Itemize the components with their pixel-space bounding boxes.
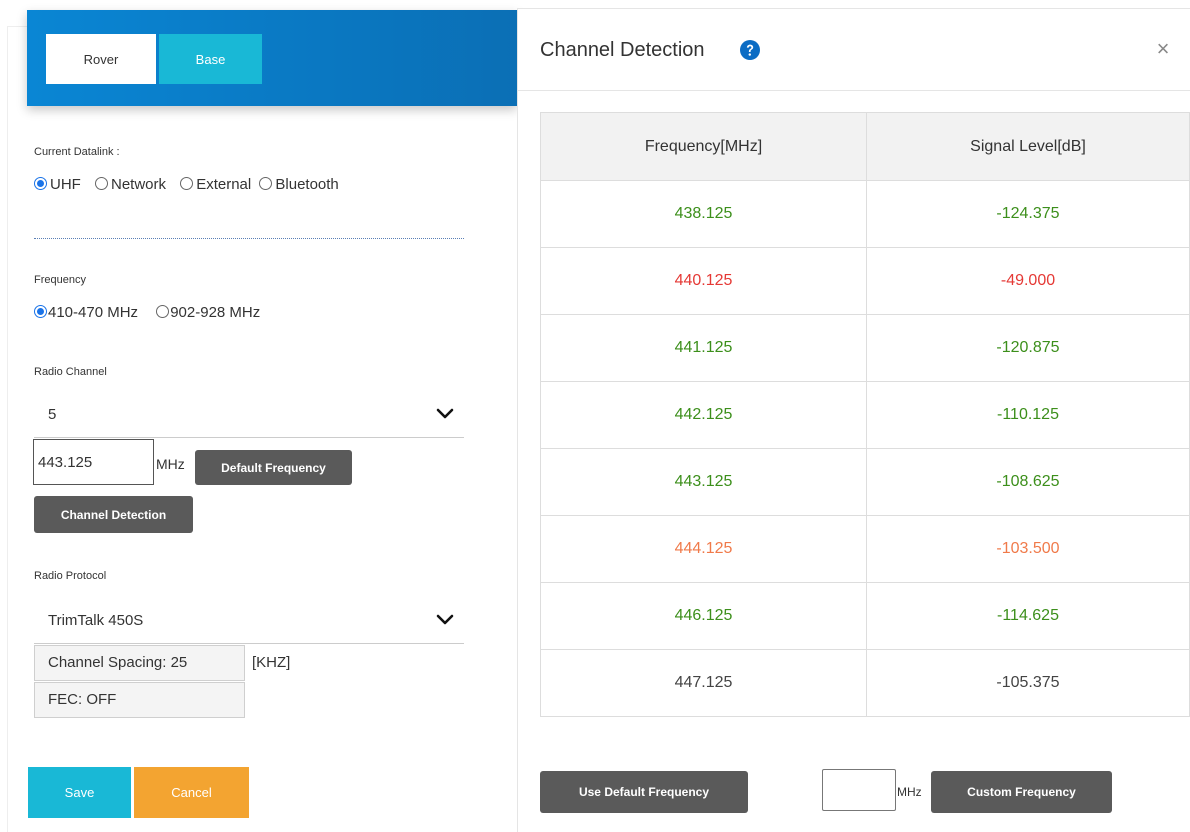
table-row: 444.125 -103.500 — [540, 515, 1190, 583]
datalink-option-network[interactable]: Network — [95, 176, 166, 193]
chevron-down-icon — [436, 408, 454, 419]
base-settings-panel: Rover Base Current Datalink : UHF Networ… — [0, 0, 517, 832]
modal-title: Channel Detection — [540, 39, 705, 61]
column-header-signal-level: Signal Level[dB] — [866, 112, 1190, 181]
frequency-cell: 441.125 — [540, 314, 867, 382]
radio-unselected-icon — [95, 177, 108, 190]
column-header-frequency: Frequency[MHz] — [540, 112, 867, 181]
frequency-option-410-470[interactable]: 410-470 MHz — [34, 304, 138, 321]
custom-frequency-input[interactable] — [822, 769, 896, 811]
base-tab-button[interactable]: Base — [159, 34, 262, 84]
radio-channel-value: 5 — [48, 406, 57, 423]
frequency-cell: 446.125 — [540, 582, 867, 650]
frequency-input[interactable] — [33, 439, 154, 485]
datalink-radio-group: UHF Network External Bluetooth — [34, 176, 339, 193]
current-datalink-label: Current Datalink : — [34, 146, 120, 158]
rover-tab-button[interactable]: Rover — [46, 34, 156, 84]
radio-protocol-select[interactable]: TrimTalk 450S — [34, 600, 464, 644]
frequency-cell: 447.125 — [540, 649, 867, 717]
frequency-label: Frequency — [34, 274, 86, 286]
frequency-radio-group: 410-470 MHz 902-928 MHz — [34, 304, 260, 321]
frequency-cell: 442.125 — [540, 381, 867, 449]
table-row: 441.125 -120.875 — [540, 314, 1190, 382]
channel-detection-modal: Channel Detection × Frequency[MHz] Signa… — [517, 8, 1190, 832]
table-row: 442.125 -110.125 — [540, 381, 1190, 449]
chevron-down-icon — [436, 614, 454, 625]
table-row: 443.125 -108.625 — [540, 448, 1190, 516]
help-icon[interactable] — [740, 40, 760, 60]
channel-detection-table: Frequency[MHz] Signal Level[dB] 438.125-… — [540, 112, 1190, 717]
signal-level-cell: -103.500 — [866, 515, 1190, 583]
radio-protocol-value: TrimTalk 450S — [48, 612, 144, 629]
section-divider — [34, 238, 464, 239]
radio-selected-icon — [34, 305, 47, 318]
signal-level-cell: -105.375 — [866, 649, 1190, 717]
frequency-cell: 438.125 — [540, 180, 867, 248]
fec-field: FEC: OFF — [34, 682, 245, 718]
signal-level-cell: -49.000 — [866, 247, 1190, 315]
cancel-button[interactable]: Cancel — [134, 767, 249, 818]
channel-detection-button[interactable]: Channel Detection — [34, 496, 193, 533]
signal-level-cell: -108.625 — [866, 448, 1190, 516]
frequency-cell: 443.125 — [540, 448, 867, 516]
radio-unselected-icon — [259, 177, 273, 190]
radio-unselected-icon — [180, 177, 194, 190]
table-header-row: Frequency[MHz] Signal Level[dB] — [540, 112, 1190, 181]
radio-protocol-label: Radio Protocol — [34, 570, 107, 582]
close-icon[interactable]: × — [1153, 38, 1173, 60]
radio-channel-select[interactable]: 5 — [34, 394, 464, 438]
signal-level-cell: -110.125 — [866, 381, 1190, 449]
frequency-cell: 440.125 — [540, 247, 867, 315]
channel-spacing-field: Channel Spacing: 25 — [34, 645, 245, 681]
table-row: 447.125 -105.375 — [540, 649, 1190, 717]
save-button[interactable]: Save — [28, 767, 131, 818]
radio-selected-icon — [34, 177, 47, 190]
signal-level-cell: -114.625 — [866, 582, 1190, 650]
datalink-option-external[interactable]: External — [180, 176, 251, 193]
frequency-unit-label: MHz — [156, 456, 185, 472]
signal-level-cell: -120.875 — [866, 314, 1190, 382]
use-default-frequency-button[interactable]: Use Default Frequency — [540, 771, 748, 813]
frequency-cell: 444.125 — [540, 515, 867, 583]
signal-level-cell: -124.375 — [866, 180, 1190, 248]
datalink-option-bluetooth[interactable]: Bluetooth — [259, 176, 339, 193]
table-row: 446.125 -114.625 — [540, 582, 1190, 650]
frequency-option-902-928[interactable]: 902-928 MHz — [156, 304, 260, 321]
datalink-option-uhf[interactable]: UHF — [34, 176, 81, 193]
mode-header: Rover Base — [27, 10, 517, 106]
table-row: 438.125 -124.375 — [540, 180, 1190, 248]
table-row: 440.125 -49.000 — [540, 247, 1190, 315]
modal-header: Channel Detection × — [518, 9, 1190, 91]
channel-spacing-unit: [KHZ] — [252, 654, 291, 671]
default-frequency-button[interactable]: Default Frequency — [195, 450, 352, 485]
custom-frequency-button[interactable]: Custom Frequency — [931, 771, 1112, 813]
radio-channel-label: Radio Channel — [34, 366, 107, 378]
custom-frequency-unit: MHz — [897, 785, 922, 799]
radio-unselected-icon — [156, 305, 170, 318]
